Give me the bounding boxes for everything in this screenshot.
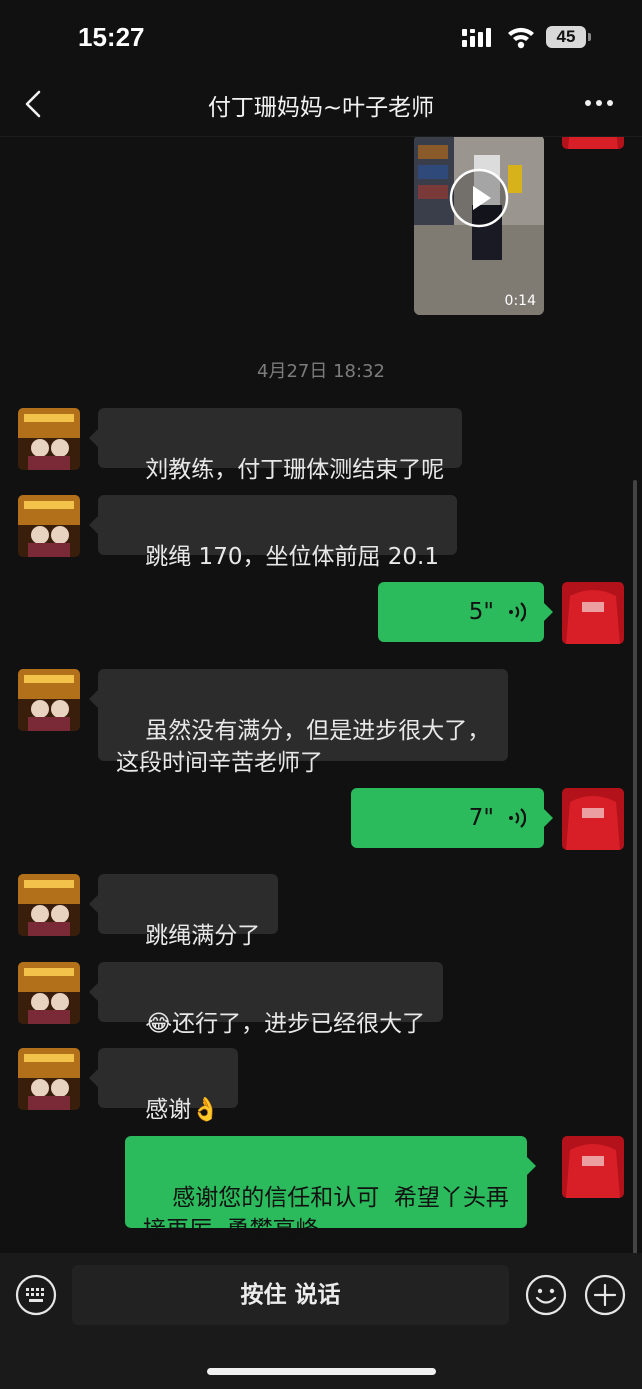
home-indicator[interactable]	[207, 1368, 436, 1375]
my-avatar[interactable]	[562, 788, 624, 850]
message-timestamp: 4月27日 18:32	[257, 361, 385, 382]
incoming-message[interactable]: 😂还行了，进步已经很大了	[88, 962, 444, 1037]
video-duration: 0:14	[504, 293, 536, 309]
chat-title: 付丁珊妈妈~叶子老师	[207, 95, 435, 121]
battery-indicator: 45	[546, 26, 586, 48]
wifi-icon	[508, 27, 534, 49]
message-text: 跳绳满分了	[145, 923, 261, 949]
incoming-message[interactable]: 虽然没有满分，但是进步很大了， 这段时间辛苦老师了	[88, 669, 509, 776]
my-avatar[interactable]	[562, 137, 624, 149]
chat-messages[interactable]: 0:14 4月27日 18:32 刘教练，付丁珊体测结束了呢 跳绳 170，坐位…	[0, 137, 642, 1252]
message-text: 虽然没有满分，但是进步很大了， 这段时间辛苦老师了	[116, 718, 491, 776]
status-bar: 15:27 45	[0, 0, 642, 76]
contact-avatar[interactable]	[18, 874, 80, 936]
incoming-message[interactable]: 刘教练，付丁珊体测结束了呢	[88, 408, 463, 483]
contact-avatar[interactable]	[18, 408, 80, 470]
outgoing-message[interactable]: 感谢您的信任和认可 希望丫头再 接再厉 勇攀高峰	[125, 1136, 536, 1243]
status-time: 15:27	[78, 22, 145, 52]
voice-wave-icon	[509, 602, 526, 622]
more-dots-icon[interactable]	[584, 98, 614, 108]
outgoing-voice-message[interactable]: 7"	[351, 788, 553, 848]
my-avatar[interactable]	[562, 1136, 624, 1198]
outgoing-voice-message[interactable]: 5"	[378, 582, 553, 642]
incoming-message[interactable]: 跳绳满分了	[88, 874, 279, 949]
contact-avatar[interactable]	[18, 962, 80, 1024]
message-text: 还行了，进步已经很大了	[172, 1011, 426, 1037]
keyboard-icon[interactable]	[15, 1274, 57, 1316]
voice-duration: 5"	[468, 599, 494, 625]
signal-icon	[462, 28, 491, 47]
video-message[interactable]: 0:14	[414, 137, 544, 315]
contact-avatar[interactable]	[18, 495, 80, 557]
hold-to-talk-button[interactable]: 按住 说话	[72, 1265, 509, 1325]
scrollbar[interactable]	[633, 480, 637, 1260]
contact-avatar[interactable]	[18, 1048, 80, 1110]
voice-duration: 7"	[468, 805, 494, 831]
message-text: 感谢	[145, 1097, 192, 1123]
laugh-emoji-icon: 😂	[145, 1011, 173, 1037]
my-avatar[interactable]	[562, 582, 624, 644]
battery-tip	[588, 33, 591, 41]
message-text: 跳绳 170，坐位体前屈 20.1	[145, 544, 439, 570]
voice-wave-icon	[509, 808, 526, 828]
contact-avatar[interactable]	[18, 669, 80, 731]
message-text: 感谢您的信任和认可 希望丫头再 接再厉 勇攀高峰	[143, 1185, 509, 1243]
ok-hand-emoji-icon: 👌	[191, 1097, 220, 1123]
play-icon[interactable]	[449, 168, 509, 228]
incoming-message[interactable]: 跳绳 170，坐位体前屈 20.1	[89, 495, 457, 570]
incoming-message[interactable]: 感谢👌	[89, 1048, 238, 1123]
input-bar: 按住 说话	[0, 1253, 642, 1389]
chat-header: 付丁珊妈妈~叶子老师	[0, 76, 642, 137]
smile-icon[interactable]	[525, 1274, 567, 1316]
message-text: 刘教练，付丁珊体测结束了呢	[145, 457, 445, 483]
plus-icon[interactable]	[584, 1274, 626, 1316]
